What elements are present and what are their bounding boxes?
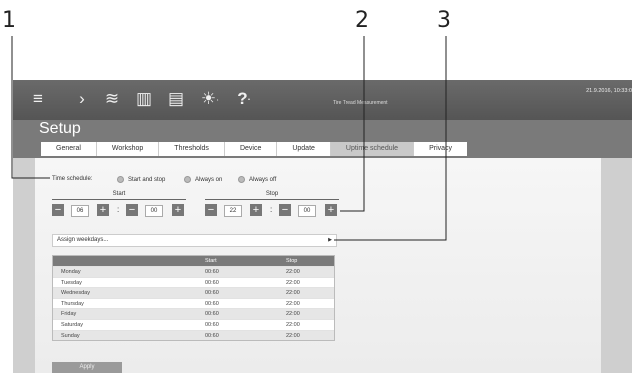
time-schedule-label: Time schedule: — [52, 176, 93, 182]
radio-label: Always off — [249, 177, 277, 184]
table-row: Friday 00:60 22:00 — [53, 308, 334, 319]
start-minutes-decrement-button[interactable]: − — [126, 204, 138, 216]
start-hours-decrement-button[interactable]: − — [52, 204, 64, 216]
stop-cell: 22:00 — [286, 290, 300, 297]
table-header: Start Stop — [53, 256, 334, 266]
stop-minutes-field[interactable]: 00 — [298, 205, 316, 217]
column-header: Stop — [286, 258, 298, 264]
start-cell: 00:60 — [205, 300, 219, 307]
tab-update[interactable]: Update — [277, 142, 331, 156]
apply-button[interactable]: Apply — [52, 362, 122, 373]
radio-label: Always on — [195, 177, 223, 184]
stop-hours-decrement-button[interactable]: − — [205, 204, 217, 216]
brightness-icon[interactable]: ☀· — [199, 89, 221, 110]
start-cell: 00:60 — [205, 279, 219, 286]
play-arrow-icon: ▶ — [328, 237, 332, 243]
datetime: 21.9.2016, 10:33:0 — [586, 88, 632, 94]
assign-weekdays-button[interactable]: Assign weekdays... ▶ — [52, 234, 337, 247]
radio-always-off[interactable]: Always off — [238, 176, 276, 183]
table-row: Wednesday 00:60 22:00 — [53, 287, 334, 298]
stop-cell: 22:00 — [286, 300, 300, 307]
time-colon: : — [270, 205, 273, 214]
day-cell: Sunday — [61, 332, 80, 339]
stop-cell: 22:00 — [286, 269, 300, 275]
table-row: Saturday 00:60 22:00 — [53, 318, 334, 330]
stop-minutes-decrement-button[interactable]: − — [279, 204, 291, 216]
stop-cell: 22:00 — [286, 332, 300, 339]
tab-thresholds[interactable]: Thresholds — [159, 142, 225, 156]
day-cell: Friday — [61, 311, 77, 318]
layers-icon[interactable]: ≋ — [101, 89, 123, 109]
help-icon[interactable]: ?· — [233, 89, 255, 110]
radio-icon — [184, 176, 191, 183]
document-icon[interactable]: ▤ — [165, 89, 187, 109]
table-row: Tuesday 00:60 22:00 — [53, 276, 334, 288]
top-toolbar: ≡ › ≋ ▥ ▤ ☀· ?· Tire Tread Measurement 2… — [13, 80, 632, 120]
app-name: Tire Tread Measurement — [333, 100, 388, 106]
start-minutes-increment-button[interactable]: + — [172, 204, 184, 216]
start-cell: 00:60 — [205, 311, 219, 318]
schedule-table: Start Stop Monday 00:60 22:00 Tuesday 00… — [52, 255, 335, 342]
stop-cell: 22:00 — [286, 279, 300, 286]
day-cell: Thursday — [61, 300, 84, 307]
column-header: Start — [205, 258, 217, 264]
stop-minutes-increment-button[interactable]: + — [325, 204, 337, 216]
callout-1: 1 — [2, 8, 16, 33]
tab-general[interactable]: General — [41, 142, 97, 156]
radio-icon — [238, 176, 245, 183]
stop-cell: 22:00 — [286, 321, 300, 328]
day-cell: Saturday — [61, 321, 84, 328]
start-hours-increment-button[interactable]: + — [97, 204, 109, 216]
day-cell: Tuesday — [61, 279, 82, 286]
start-minutes-field[interactable]: 00 — [145, 205, 163, 217]
day-cell: Wednesday — [61, 290, 90, 297]
radio-start-and-stop[interactable]: Start and stop — [117, 176, 165, 183]
callout-2: 2 — [355, 8, 369, 33]
radio-icon — [117, 176, 124, 183]
radio-label: Start and stop — [128, 177, 166, 184]
start-cell: 00:60 — [205, 321, 219, 328]
start-cell: 00:60 — [205, 269, 219, 275]
start-hours-field[interactable]: 06 — [71, 205, 89, 217]
menu-icon[interactable]: ≡ — [27, 89, 49, 109]
tab-workshop[interactable]: Workshop — [96, 142, 160, 156]
tab-privacy[interactable]: Privacy — [414, 142, 468, 156]
chevron-right-icon[interactable]: › — [71, 89, 93, 109]
start-heading: Start — [52, 191, 186, 200]
assign-weekdays-label: Assign weekdays... — [57, 237, 109, 243]
table-row: Sunday 00:60 22:00 — [53, 329, 334, 341]
radio-always-on[interactable]: Always on — [184, 176, 222, 183]
start-cell: 00:60 — [205, 332, 219, 339]
chart-icon[interactable]: ▥ — [133, 89, 155, 109]
tab-device[interactable]: Device — [224, 142, 278, 156]
tab-uptime-schedule[interactable]: Uptime schedule — [330, 142, 415, 156]
callout-3: 3 — [437, 8, 451, 33]
stop-cell: 22:00 — [286, 311, 300, 318]
page-title: Setup — [39, 120, 81, 137]
day-cell: Monday — [61, 269, 81, 275]
table-row: Thursday 00:60 22:00 — [53, 297, 334, 309]
stop-hours-increment-button[interactable]: + — [250, 204, 262, 216]
stop-heading: Stop — [205, 191, 339, 200]
start-cell: 00:60 — [205, 290, 219, 297]
tab-bar: General Workshop Thresholds Device Updat… — [41, 142, 468, 156]
time-colon: : — [117, 205, 120, 214]
table-row: Monday 00:60 22:00 — [53, 266, 334, 277]
stop-hours-field[interactable]: 22 — [224, 205, 242, 217]
